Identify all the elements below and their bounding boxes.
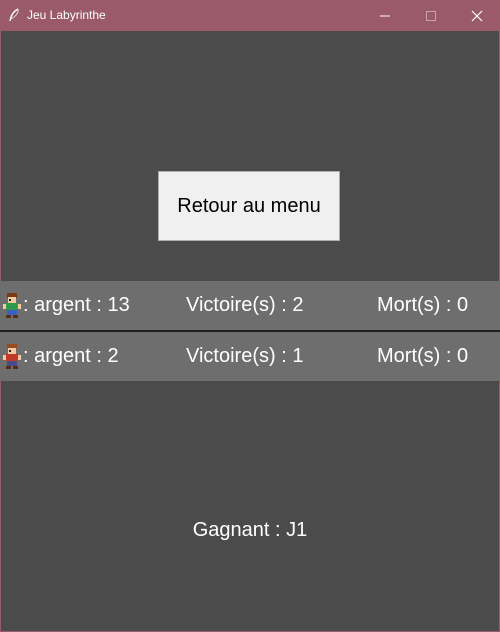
player-2-wins: Victoire(s) : 1 <box>186 345 304 367</box>
player-row-2: : argent : 2 Victoire(s) : 1 Mort(s) : 0 <box>0 332 500 381</box>
player-1-wins: Victoire(s) : 2 <box>186 294 304 316</box>
close-button[interactable] <box>454 0 500 31</box>
player-2-deaths: Mort(s) : 0 <box>377 345 469 367</box>
minimize-icon <box>380 15 390 16</box>
player-row-1: : argent : 13 Victoire(s) : 2 Mort(s) : … <box>0 281 500 330</box>
window-titlebar[interactable]: Jeu Labyrinthe <box>0 0 500 31</box>
close-icon <box>471 10 483 21</box>
minimize-button[interactable] <box>362 0 408 31</box>
maximize-icon <box>426 10 436 21</box>
window-title: Jeu Labyrinthe <box>27 8 106 22</box>
player-2-sprite-icon <box>3 344 21 369</box>
player-1-deaths: Mort(s) : 0 <box>377 294 469 316</box>
back-to-menu-button[interactable]: Retour au menu <box>158 171 340 241</box>
player-1-money: : argent : 13 <box>23 294 130 316</box>
maximize-button[interactable] <box>408 0 454 31</box>
feather-icon <box>9 8 19 22</box>
winner-label: Gagnant : J1 <box>192 519 308 541</box>
player-1-sprite-icon <box>3 293 21 318</box>
player-2-money: : argent : 2 <box>23 345 119 367</box>
